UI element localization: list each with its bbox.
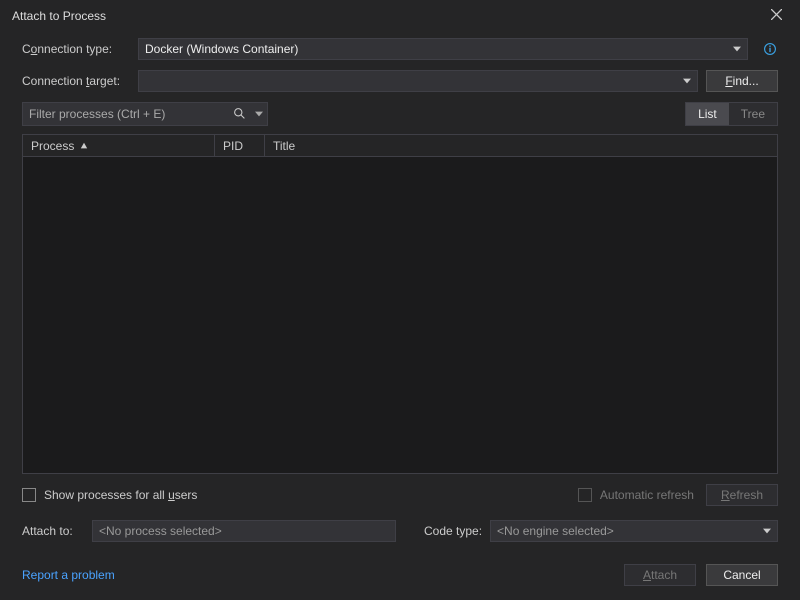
dialog-body: Connection type: Docker (Windows Contain…: [0, 32, 800, 600]
below-grid-row: Show processes for all users Automatic r…: [22, 484, 778, 506]
close-icon: [771, 7, 782, 25]
attach-to-label: Attach to:: [22, 524, 84, 538]
refresh-button: Refresh: [706, 484, 778, 506]
close-button[interactable]: [762, 2, 790, 30]
grid-header: Process PID Title: [23, 135, 777, 157]
automatic-refresh-label: Automatic refresh: [600, 488, 694, 502]
search-icon: [233, 107, 247, 121]
column-header-title[interactable]: Title: [265, 135, 777, 156]
column-header-process[interactable]: Process: [23, 135, 215, 156]
attach-to-value: <No process selected>: [99, 524, 222, 538]
filter-processes-input[interactable]: Filter processes (Ctrl + E): [22, 102, 268, 126]
chevron-down-icon[interactable]: [255, 107, 263, 121]
checkbox-icon: [578, 488, 592, 502]
chevron-down-icon: [683, 74, 691, 88]
dialog-title: Attach to Process: [10, 9, 762, 23]
code-type-combobox[interactable]: <No engine selected>: [490, 520, 778, 542]
view-list-button[interactable]: List: [686, 103, 729, 125]
view-tree-button[interactable]: Tree: [729, 103, 777, 125]
connection-type-label: Connection type:: [22, 42, 130, 56]
attach-to-process-dialog: Attach to Process Connection type: Docke…: [0, 0, 800, 600]
show-all-users-checkbox[interactable]: Show processes for all users: [22, 488, 197, 502]
report-problem-link[interactable]: Report a problem: [22, 568, 115, 582]
cancel-button[interactable]: Cancel: [706, 564, 778, 586]
attach-to-field[interactable]: <No process selected>: [92, 520, 396, 542]
titlebar: Attach to Process: [0, 0, 800, 32]
view-toggle-group: List Tree: [685, 102, 778, 126]
filter-placeholder: Filter processes (Ctrl + E): [29, 107, 165, 121]
show-all-users-label: Show processes for all users: [44, 488, 197, 502]
find-button[interactable]: Find...: [706, 70, 778, 92]
checkbox-icon: [22, 488, 36, 502]
sort-ascending-icon: [80, 139, 88, 153]
chevron-down-icon: [733, 42, 741, 56]
connection-type-row: Connection type: Docker (Windows Contain…: [22, 38, 778, 60]
attach-to-row: Attach to: <No process selected> Code ty…: [22, 520, 778, 542]
attach-button: Attach: [624, 564, 696, 586]
connection-target-row: Connection target: Find...: [22, 70, 778, 92]
connection-type-value: Docker (Windows Container): [145, 42, 298, 56]
connection-target-combobox[interactable]: [138, 70, 698, 92]
column-header-pid[interactable]: PID: [215, 135, 265, 156]
connection-target-label: Connection target:: [22, 74, 130, 88]
grid-body[interactable]: [23, 157, 777, 473]
bottom-row: Report a problem Attach Cancel: [22, 564, 778, 586]
code-type-value: <No engine selected>: [497, 524, 614, 538]
process-grid: Process PID Title: [22, 134, 778, 474]
connection-type-combobox[interactable]: Docker (Windows Container): [138, 38, 748, 60]
automatic-refresh-checkbox: Automatic refresh: [578, 488, 694, 502]
filter-row: Filter processes (Ctrl + E) List Tree: [22, 102, 778, 126]
code-type-label: Code type:: [424, 524, 482, 538]
info-icon[interactable]: [762, 41, 778, 57]
dialog-buttons: Attach Cancel: [624, 564, 778, 586]
chevron-down-icon: [763, 524, 771, 538]
